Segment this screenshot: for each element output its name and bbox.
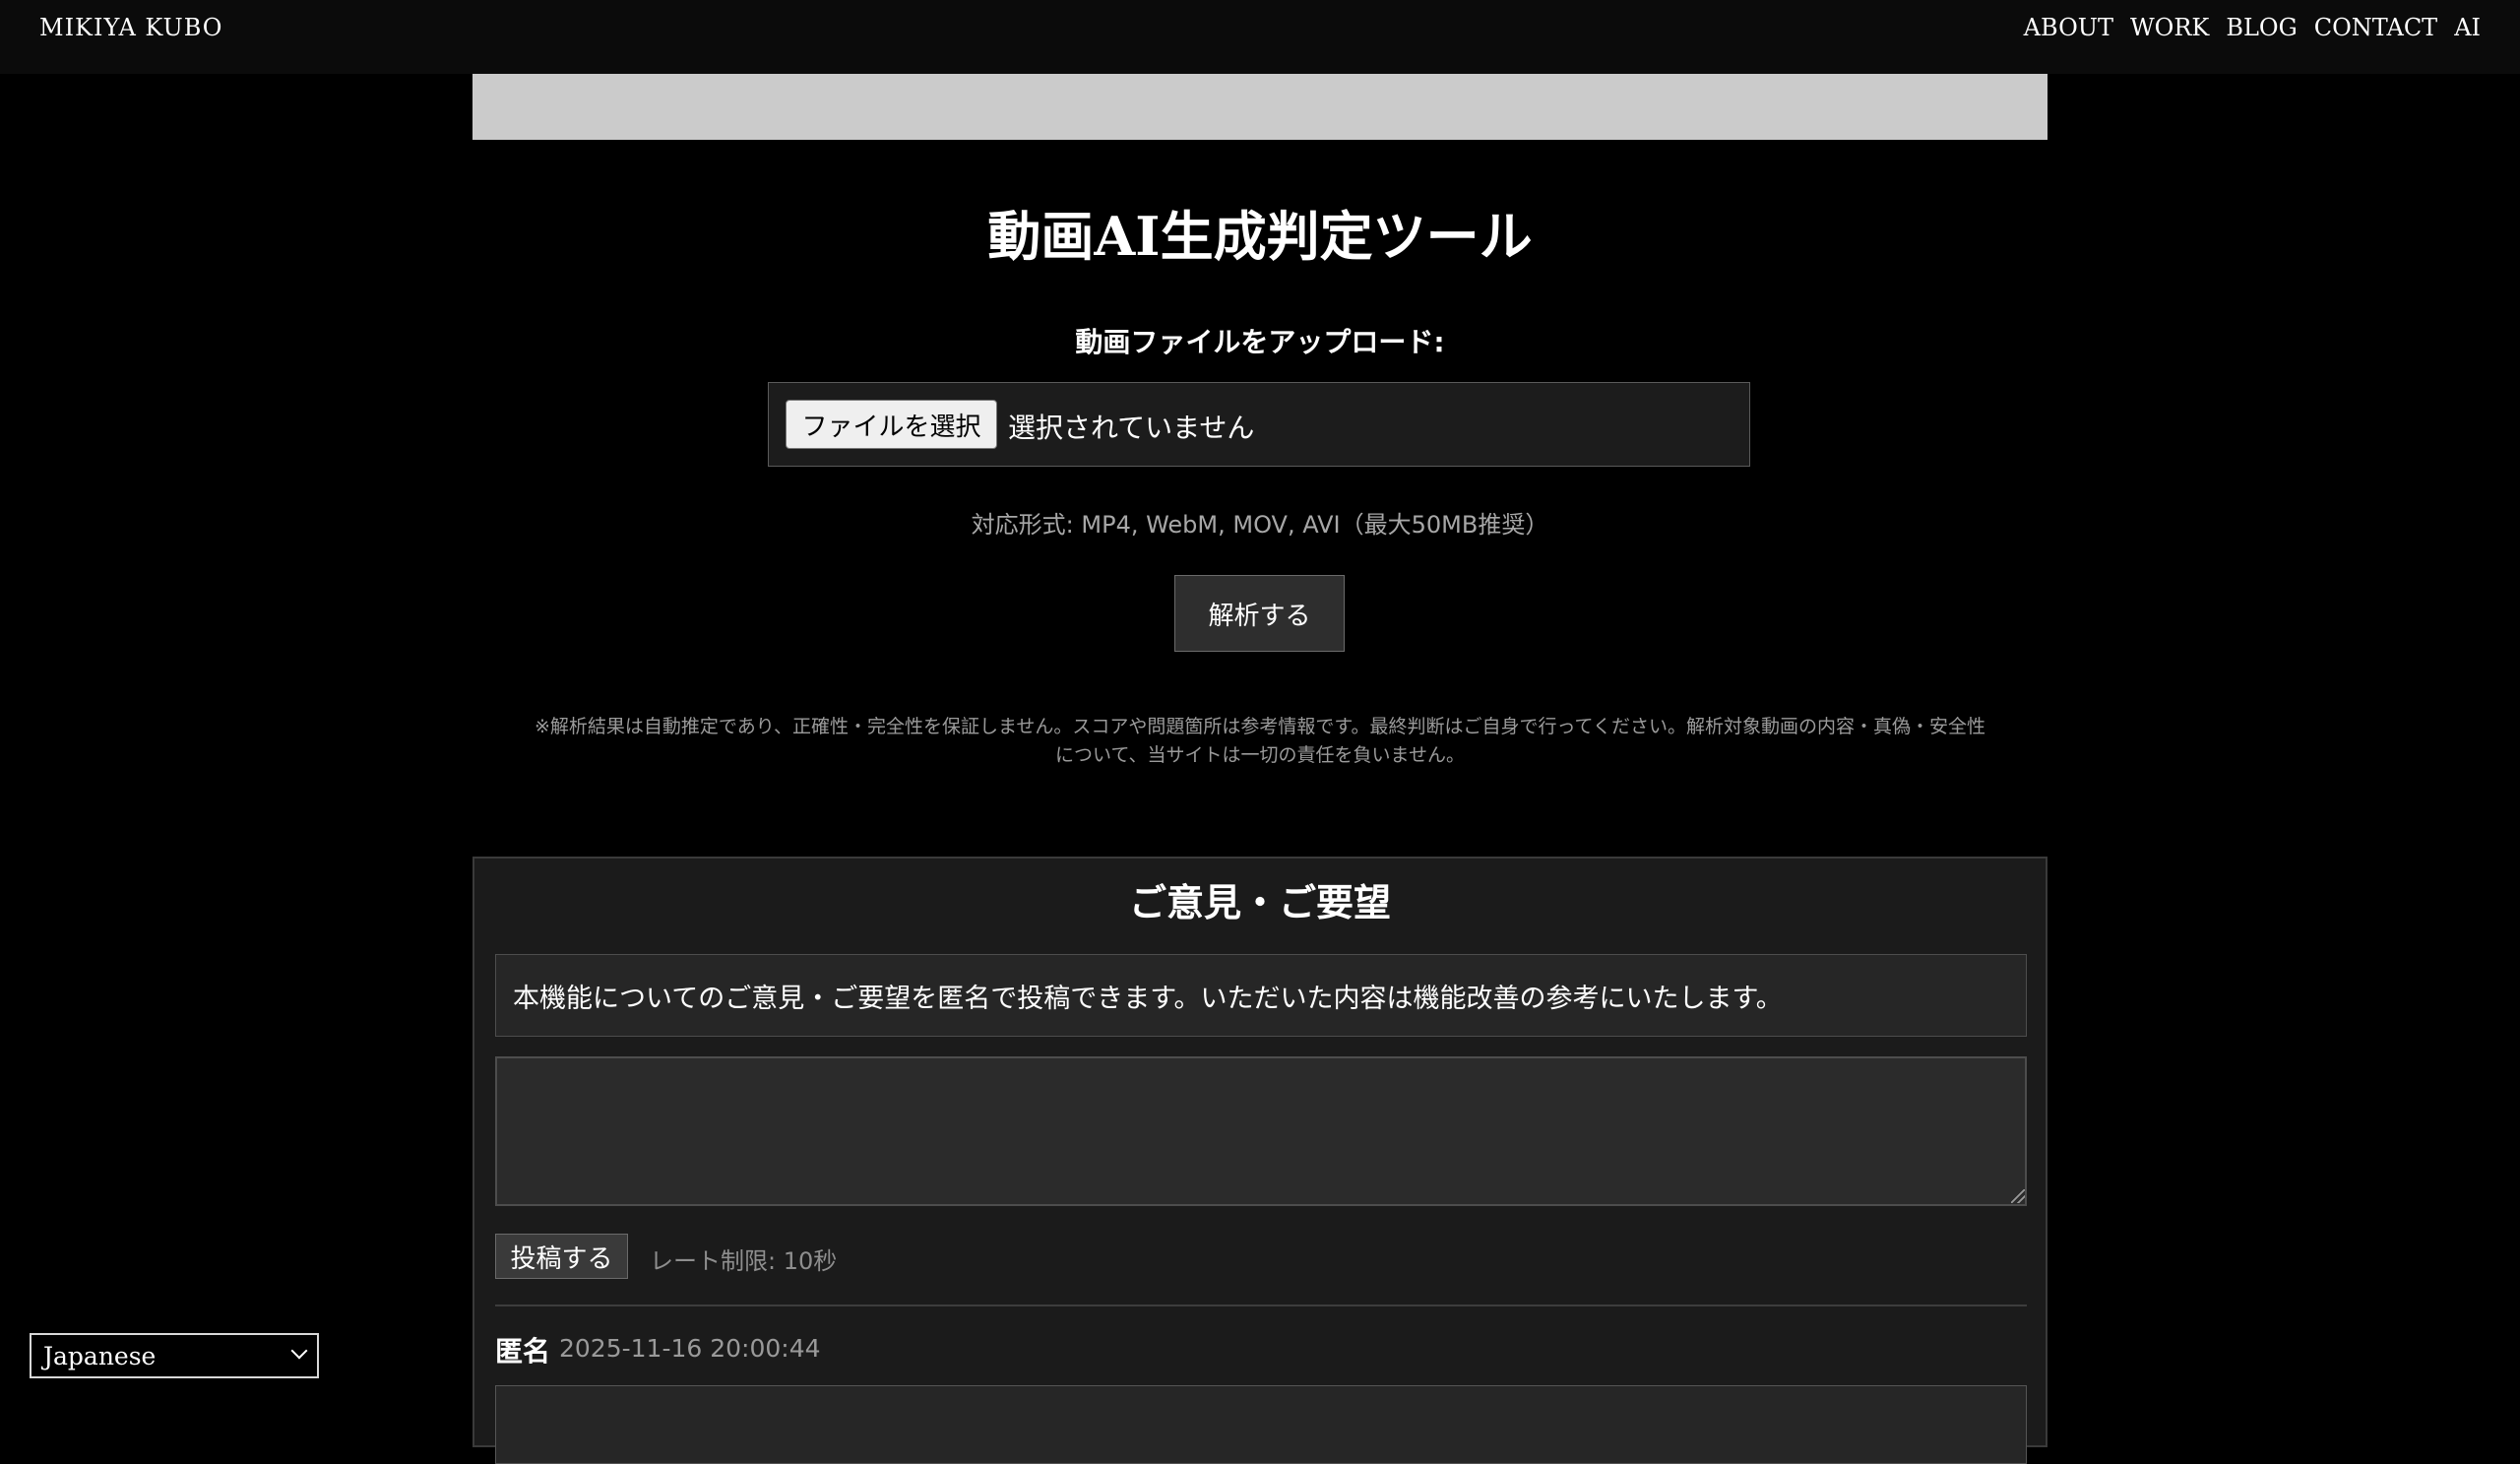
divider	[495, 1305, 2027, 1306]
feedback-textarea[interactable]	[495, 1056, 2027, 1206]
banner-placeholder	[472, 74, 2048, 140]
feedback-panel: ご意見・ご要望 本機能についてのご意見・ご要望を匿名で投稿できます。いただいた内…	[472, 857, 2048, 1464]
file-input[interactable]: ファイルを選択 選択されていません	[768, 382, 1750, 467]
upload-label: 動画ファイルをアップロード:	[1075, 326, 1445, 358]
rate-limit-note: レート制限: 10秒	[650, 1247, 838, 1275]
supported-formats: 対応形式: MP4, WebM, MOV, AVI（最大50MB推奨）	[971, 511, 1549, 539]
disclaimer-line-1: ※解析結果は自動推定であり、正確性・完全性を保証しません。スコアや問題箇所は参考…	[535, 716, 1985, 737]
choose-file-button[interactable]: ファイルを選択	[786, 400, 997, 449]
feedback-description: 本機能についてのご意見・ご要望を匿名で投稿できます。いただいた内容は機能改善の参…	[495, 954, 2027, 1037]
disclaimer-line-2: について、当サイトは一切の責任を負いません。	[1055, 744, 1465, 766]
site-header: MIKIYA KUBO ABOUT WORK BLOG CONTACT AI	[0, 0, 2520, 74]
main-nav: ABOUT WORK BLOG CONTACT AI	[2024, 14, 2481, 41]
nav-work[interactable]: WORK	[2130, 14, 2209, 41]
file-status: 選択されていません	[1008, 412, 1255, 444]
brand-logo[interactable]: MIKIYA KUBO	[39, 14, 222, 41]
page-title: 動画AI生成判定ツール	[987, 205, 1533, 268]
entry-content	[495, 1385, 2027, 1464]
language-selected-value: Japanese	[43, 1342, 157, 1370]
nav-blog[interactable]: BLOG	[2226, 14, 2297, 41]
entry-timestamp: 2025-11-16 20:00:44	[559, 1334, 821, 1363]
post-button[interactable]: 投稿する	[495, 1234, 628, 1279]
resize-handle-icon[interactable]	[2011, 1189, 2025, 1203]
disclaimer: ※解析結果は自動推定であり、正確性・完全性を保証しません。スコアや問題箇所は参考…	[487, 713, 2033, 770]
feedback-title: ご意見・ご要望	[1128, 880, 1391, 924]
nav-about[interactable]: ABOUT	[2024, 14, 2113, 41]
nav-ai[interactable]: AI	[2454, 14, 2481, 41]
language-select[interactable]: Japanese	[30, 1333, 319, 1378]
nav-contact[interactable]: CONTACT	[2314, 14, 2437, 41]
chevron-down-icon	[290, 1342, 308, 1360]
entry-author: 匿名	[495, 1335, 551, 1368]
analyze-button[interactable]: 解析する	[1174, 575, 1345, 652]
